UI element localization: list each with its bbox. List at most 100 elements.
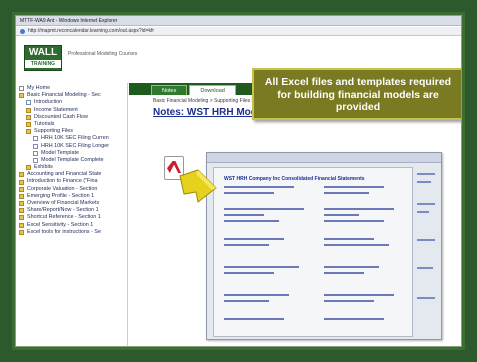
address-url[interactable]: http://mapmt.reconcalendar.learning.com/…: [28, 28, 154, 34]
sidebar-tree-item[interactable]: Emerging Profile - Section 1: [16, 193, 127, 200]
frame-border: MTTF-WA9 Ant - Windows Internet Explorer…: [12, 12, 465, 350]
sidebar-tree-item[interactable]: Share/Report/Now - Section 1: [16, 207, 127, 214]
sidebar-item-label: Accounting and Financial State: [27, 171, 102, 178]
preview-text-line: [224, 244, 269, 246]
sidebar-tree-item[interactable]: Model Template Complete: [16, 157, 127, 164]
sidebar-item-label: Shortcut Reference - Section 1: [27, 214, 101, 221]
preview-text-line: [224, 272, 274, 274]
preview-text-line: [224, 238, 284, 240]
sidebar-item-label: Model Template: [41, 149, 79, 156]
sidebar-tree-item[interactable]: Basic Financial Modeling - Sec: [16, 92, 127, 99]
folder-icon: [19, 172, 24, 178]
preview-text-line: [224, 208, 304, 210]
logo-main-text: WALL: [28, 47, 58, 58]
preview-text-line: [417, 267, 433, 269]
sidebar-tree-item[interactable]: Excel tools for instructions - Se: [16, 229, 127, 236]
preview-text-line: [324, 214, 359, 216]
preview-text-line: [324, 238, 374, 240]
sidebar-item-label: HRH 10K SEC Filing Longer: [41, 142, 110, 149]
tab-notes[interactable]: Notes: [151, 85, 188, 95]
globe-icon: [20, 28, 25, 34]
folder-icon: [26, 129, 31, 135]
preview-text-line: [324, 266, 379, 268]
callout-banner: All Excel files and templates required f…: [252, 68, 461, 120]
document-preview[interactable]: WST HRH Company Inc Consolidated Financi…: [206, 152, 442, 340]
preview-text-line: [417, 297, 435, 299]
window-titlebar: MTTF-WA9 Ant - Windows Internet Explorer: [16, 16, 461, 26]
document-icon: [33, 150, 38, 156]
folder-icon: [19, 208, 24, 214]
pointer-arrow-icon: [179, 169, 217, 203]
sidebar-tree-item[interactable]: Introduction: [16, 99, 127, 106]
folder-icon: [19, 193, 24, 199]
sidebar-tree-item[interactable]: Overview of Financial Markets: [16, 200, 127, 207]
preview-text-line: [224, 214, 264, 216]
sidebar-item-label: Corporate Valuation - Section: [27, 185, 98, 192]
home-icon: [19, 86, 24, 92]
sidebar-item-label: HRH 10K SEC Filing Curren: [41, 135, 109, 142]
sidebar-tree-item[interactable]: My Home: [16, 85, 127, 92]
folder-icon: [19, 179, 24, 185]
sidebar-tree-item[interactable]: HRH 10K SEC Filing Curren: [16, 135, 127, 142]
folder-icon: [19, 186, 24, 192]
sidebar-item-label: Share/Report/Now - Section 1: [27, 207, 99, 214]
folder-icon: [26, 165, 31, 171]
preview-text-line: [324, 300, 374, 302]
sidebar-item-label: Emerging Profile - Section 1: [27, 192, 95, 199]
browser-window: MTTF-WA9 Ant - Windows Internet Explorer…: [15, 15, 462, 347]
sidebar-tree-item[interactable]: Corporate Valuation - Section: [16, 186, 127, 193]
preview-text-line: [417, 239, 435, 241]
sidebar-tree-item[interactable]: HRH 10K SEC Filing Longer: [16, 143, 127, 150]
sidebar-item-label: Introduction to Finance ("Fina: [27, 178, 98, 185]
document-icon: [33, 157, 38, 163]
sidebar-item-label: Excel tools for instructions - Se: [27, 228, 102, 235]
sidebar-tree-item[interactable]: Tutorials: [16, 121, 127, 128]
sidebar-tree-item[interactable]: Supporting Files: [16, 128, 127, 135]
sidebar-item-label: My Home: [27, 85, 51, 91]
sidebar-item-label: Tutorials: [34, 120, 55, 127]
sidebar-tree-item[interactable]: Income Statement: [16, 107, 127, 114]
preview-text-line: [224, 300, 269, 302]
preview-text-line: [417, 203, 435, 205]
document-icon: [26, 100, 31, 106]
sidebar-item-label: Discounted Cash Flow: [34, 113, 88, 120]
preview-text-line: [324, 318, 384, 320]
preview-side-column: [417, 167, 437, 337]
folder-icon: [19, 201, 24, 207]
folder-icon: [26, 122, 31, 128]
sidebar-item-label: Excel Sensitivity - Section 1: [27, 221, 94, 228]
sidebar-item-label: Introduction: [34, 99, 63, 106]
sidebar-tree-item[interactable]: Accounting and Financial State: [16, 171, 127, 178]
sidebar-tree-item[interactable]: Shortcut Reference - Section 1: [16, 214, 127, 221]
folder-icon: [19, 222, 24, 228]
preview-text-line: [224, 220, 279, 222]
sidebar-tree-item[interactable]: Exhibits: [16, 164, 127, 171]
sidebar-item-label: Basic Financial Modeling - Sec: [27, 92, 101, 99]
folder-icon: [26, 107, 31, 113]
preview-heading: WST HRH Company Inc Consolidated Financi…: [224, 176, 365, 182]
preview-text-line: [324, 272, 364, 274]
address-bar[interactable]: http://mapmt.reconcalendar.learning.com/…: [16, 27, 461, 36]
sidebar-tree-item[interactable]: Excel Sensitivity - Section 1: [16, 222, 127, 229]
preview-text-line: [224, 192, 274, 194]
sidebar-tree-item[interactable]: Model Template: [16, 150, 127, 157]
document-icon: [33, 143, 38, 149]
preview-text-line: [417, 173, 435, 175]
preview-toolbar: [207, 153, 441, 163]
sidebar-item-label: Model Template Complete: [41, 156, 104, 163]
document-icon: [33, 136, 38, 142]
sidebar-item-label: Exhibits: [34, 164, 53, 171]
folder-icon: [19, 93, 24, 99]
preview-text-line: [224, 318, 284, 320]
folder-icon: [19, 229, 24, 235]
tab-download[interactable]: Download: [189, 85, 236, 95]
sidebar-tree-item[interactable]: Discounted Cash Flow: [16, 114, 127, 121]
folder-icon: [26, 114, 31, 120]
site-logo[interactable]: WALL TRAINING: [24, 45, 62, 71]
preview-text-line: [417, 181, 431, 183]
sidebar-tree-item[interactable]: Introduction to Finance ("Fina: [16, 178, 127, 185]
callout-text: All Excel files and templates required f…: [264, 76, 452, 113]
preview-text-line: [224, 294, 289, 296]
sidebar-item-label: Overview of Financial Markets: [27, 200, 100, 206]
window-title: MTTF-WA9 Ant - Windows Internet Explorer: [20, 18, 118, 24]
